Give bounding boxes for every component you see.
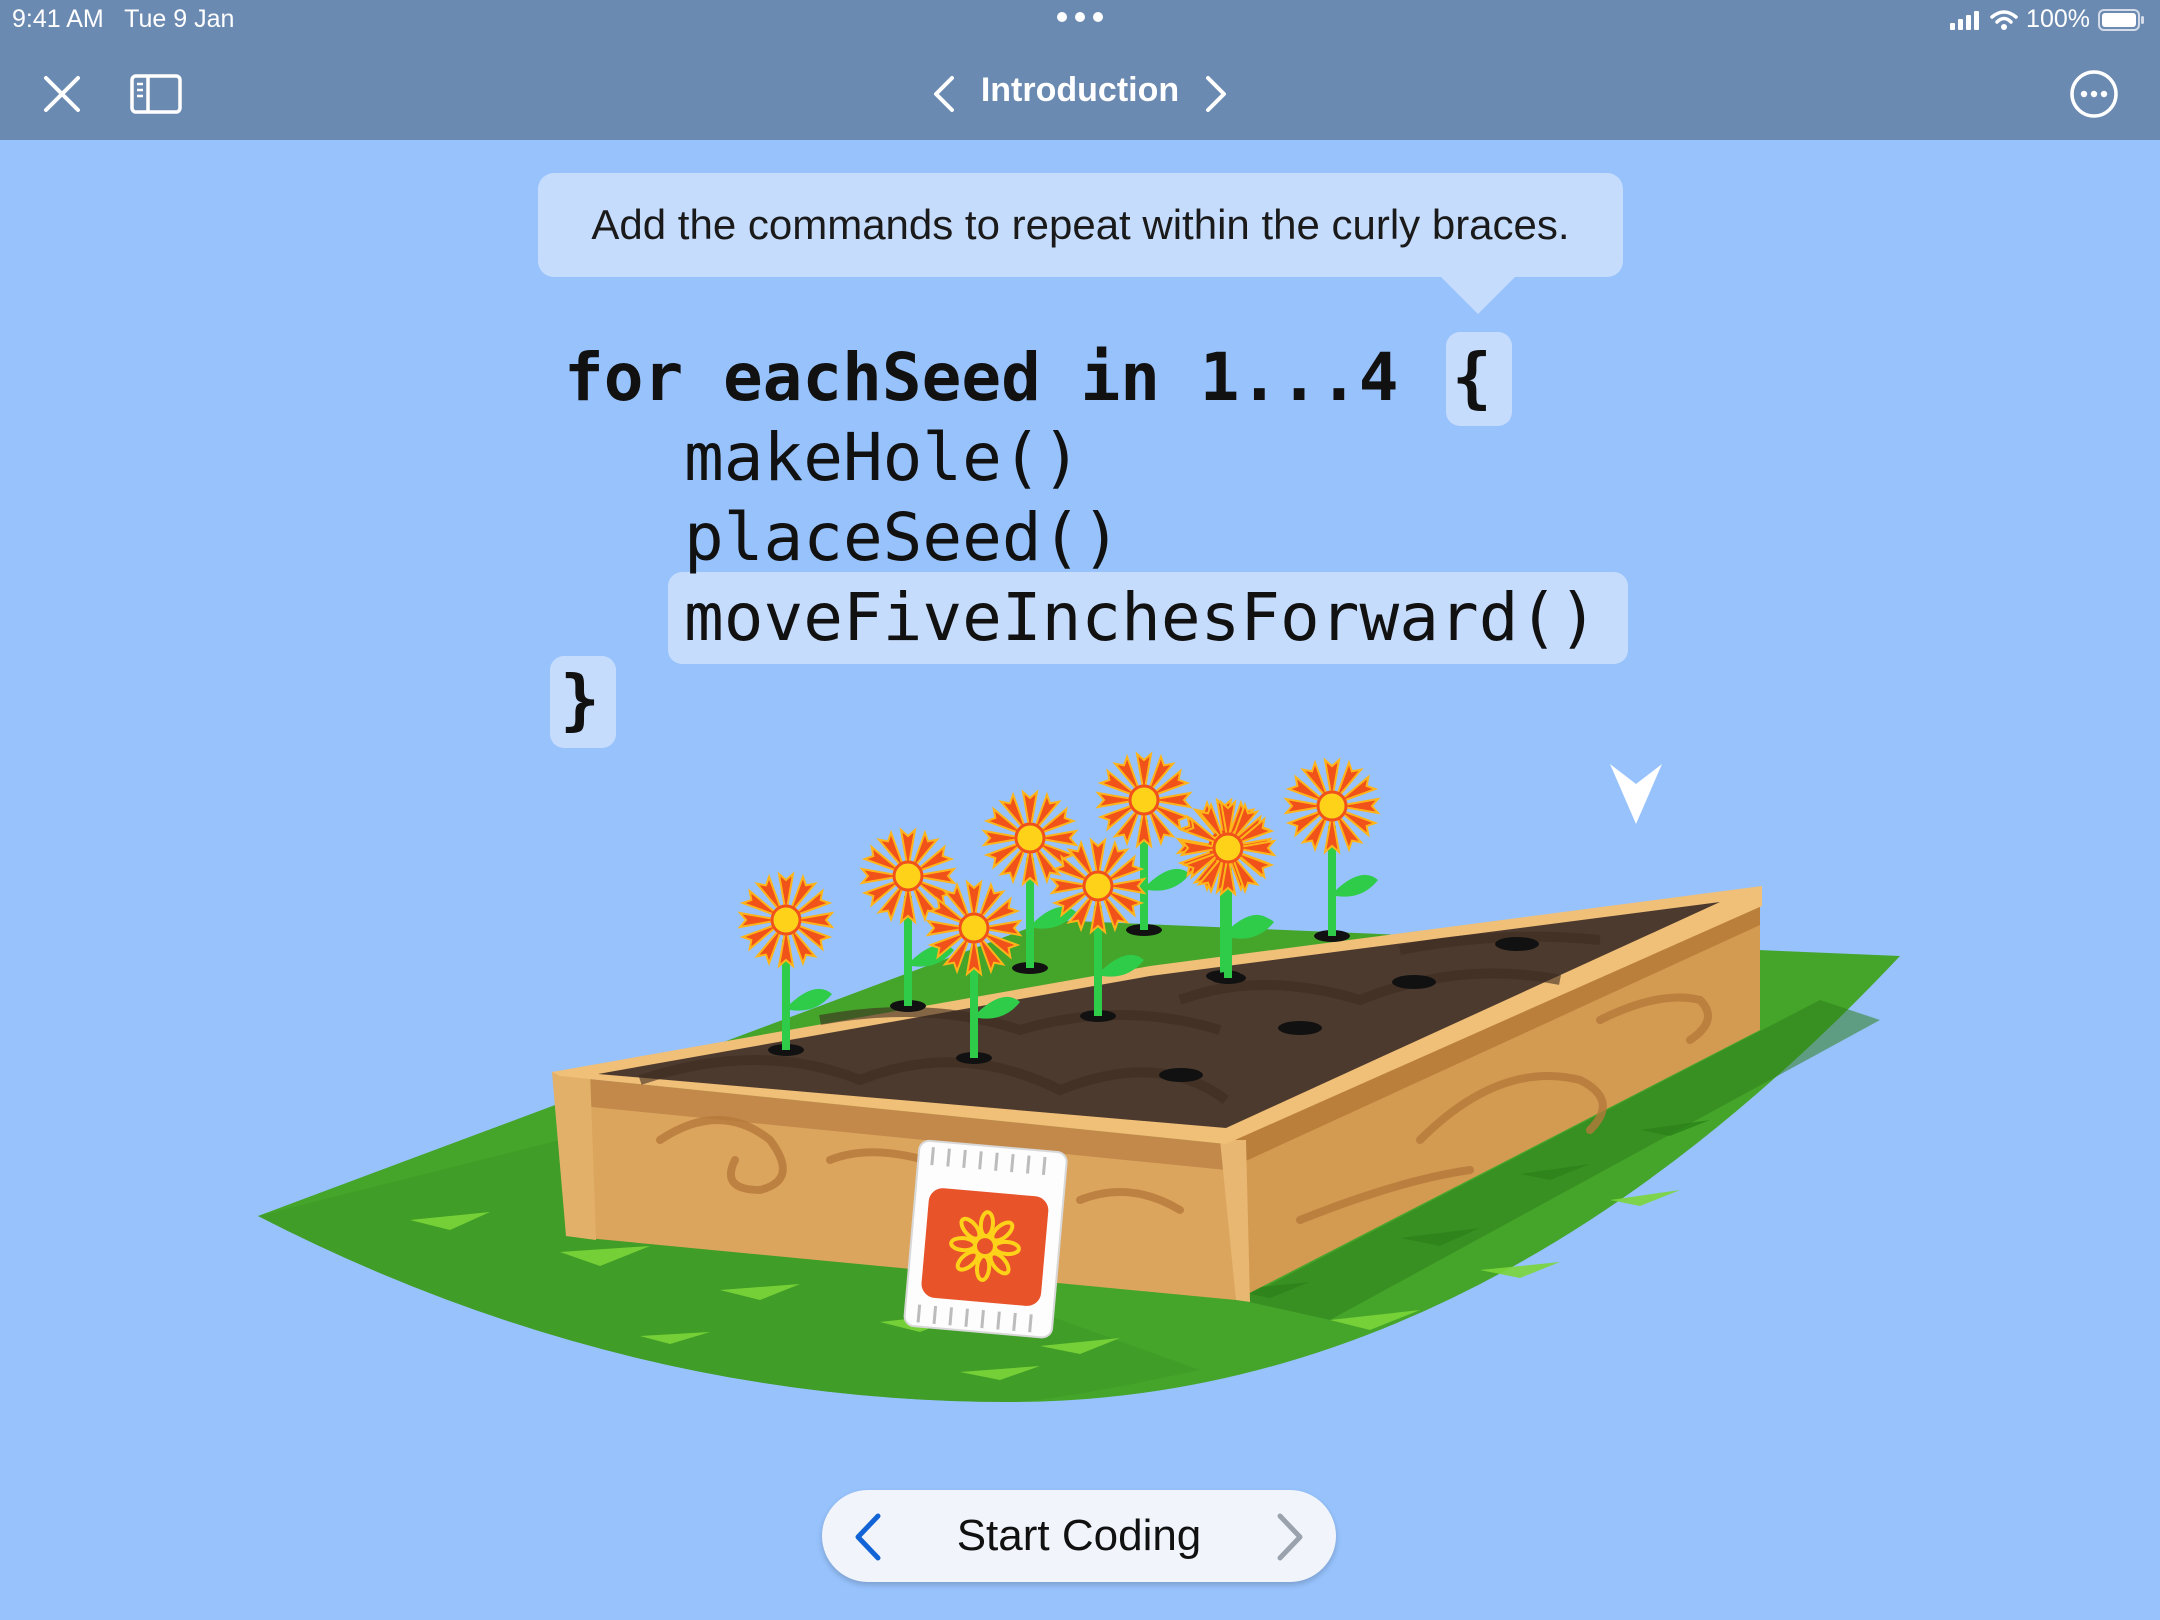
next-page-button[interactable] — [1192, 66, 1240, 122]
status-date: Tue 9 Jan — [124, 5, 235, 33]
status-time: 9:41 AM — [12, 5, 104, 33]
close-button[interactable] — [34, 66, 90, 122]
navigation-bar: Introduction — [0, 40, 2160, 140]
signal-icon — [1950, 10, 1980, 30]
lesson-content: Add the commands to repeat within the cu… — [0, 140, 2160, 1620]
status-bar: 9:41 AM Tue 9 Jan 100% — [0, 0, 2160, 40]
wifi-icon — [1990, 9, 2018, 30]
more-icon — [2070, 70, 2118, 118]
start-coding-button[interactable]: Start Coding — [822, 1490, 1336, 1582]
start-coding-label: Start Coding — [956, 1511, 1202, 1560]
chevron-right-icon[interactable] — [1272, 1512, 1308, 1562]
status-time-date: 9:41 AM Tue 9 Jan — [12, 5, 234, 34]
chevron-right-icon — [1206, 76, 1226, 112]
seed-packet — [903, 1139, 1068, 1339]
more-options-button[interactable] — [2064, 64, 2124, 124]
sidebar-toggle-button[interactable] — [126, 66, 186, 122]
status-indicators: 100% — [1950, 5, 2146, 34]
battery-percentage: 100% — [2026, 5, 2090, 33]
page-title[interactable]: Introduction — [960, 66, 1200, 114]
chevron-left-icon — [934, 76, 954, 112]
multitasking-dots-icon[interactable] — [1056, 11, 1104, 23]
battery-icon — [2098, 8, 2144, 31]
close-icon — [44, 76, 80, 112]
garden-illustration — [258, 752, 1900, 1402]
sidebar-icon — [130, 74, 182, 114]
